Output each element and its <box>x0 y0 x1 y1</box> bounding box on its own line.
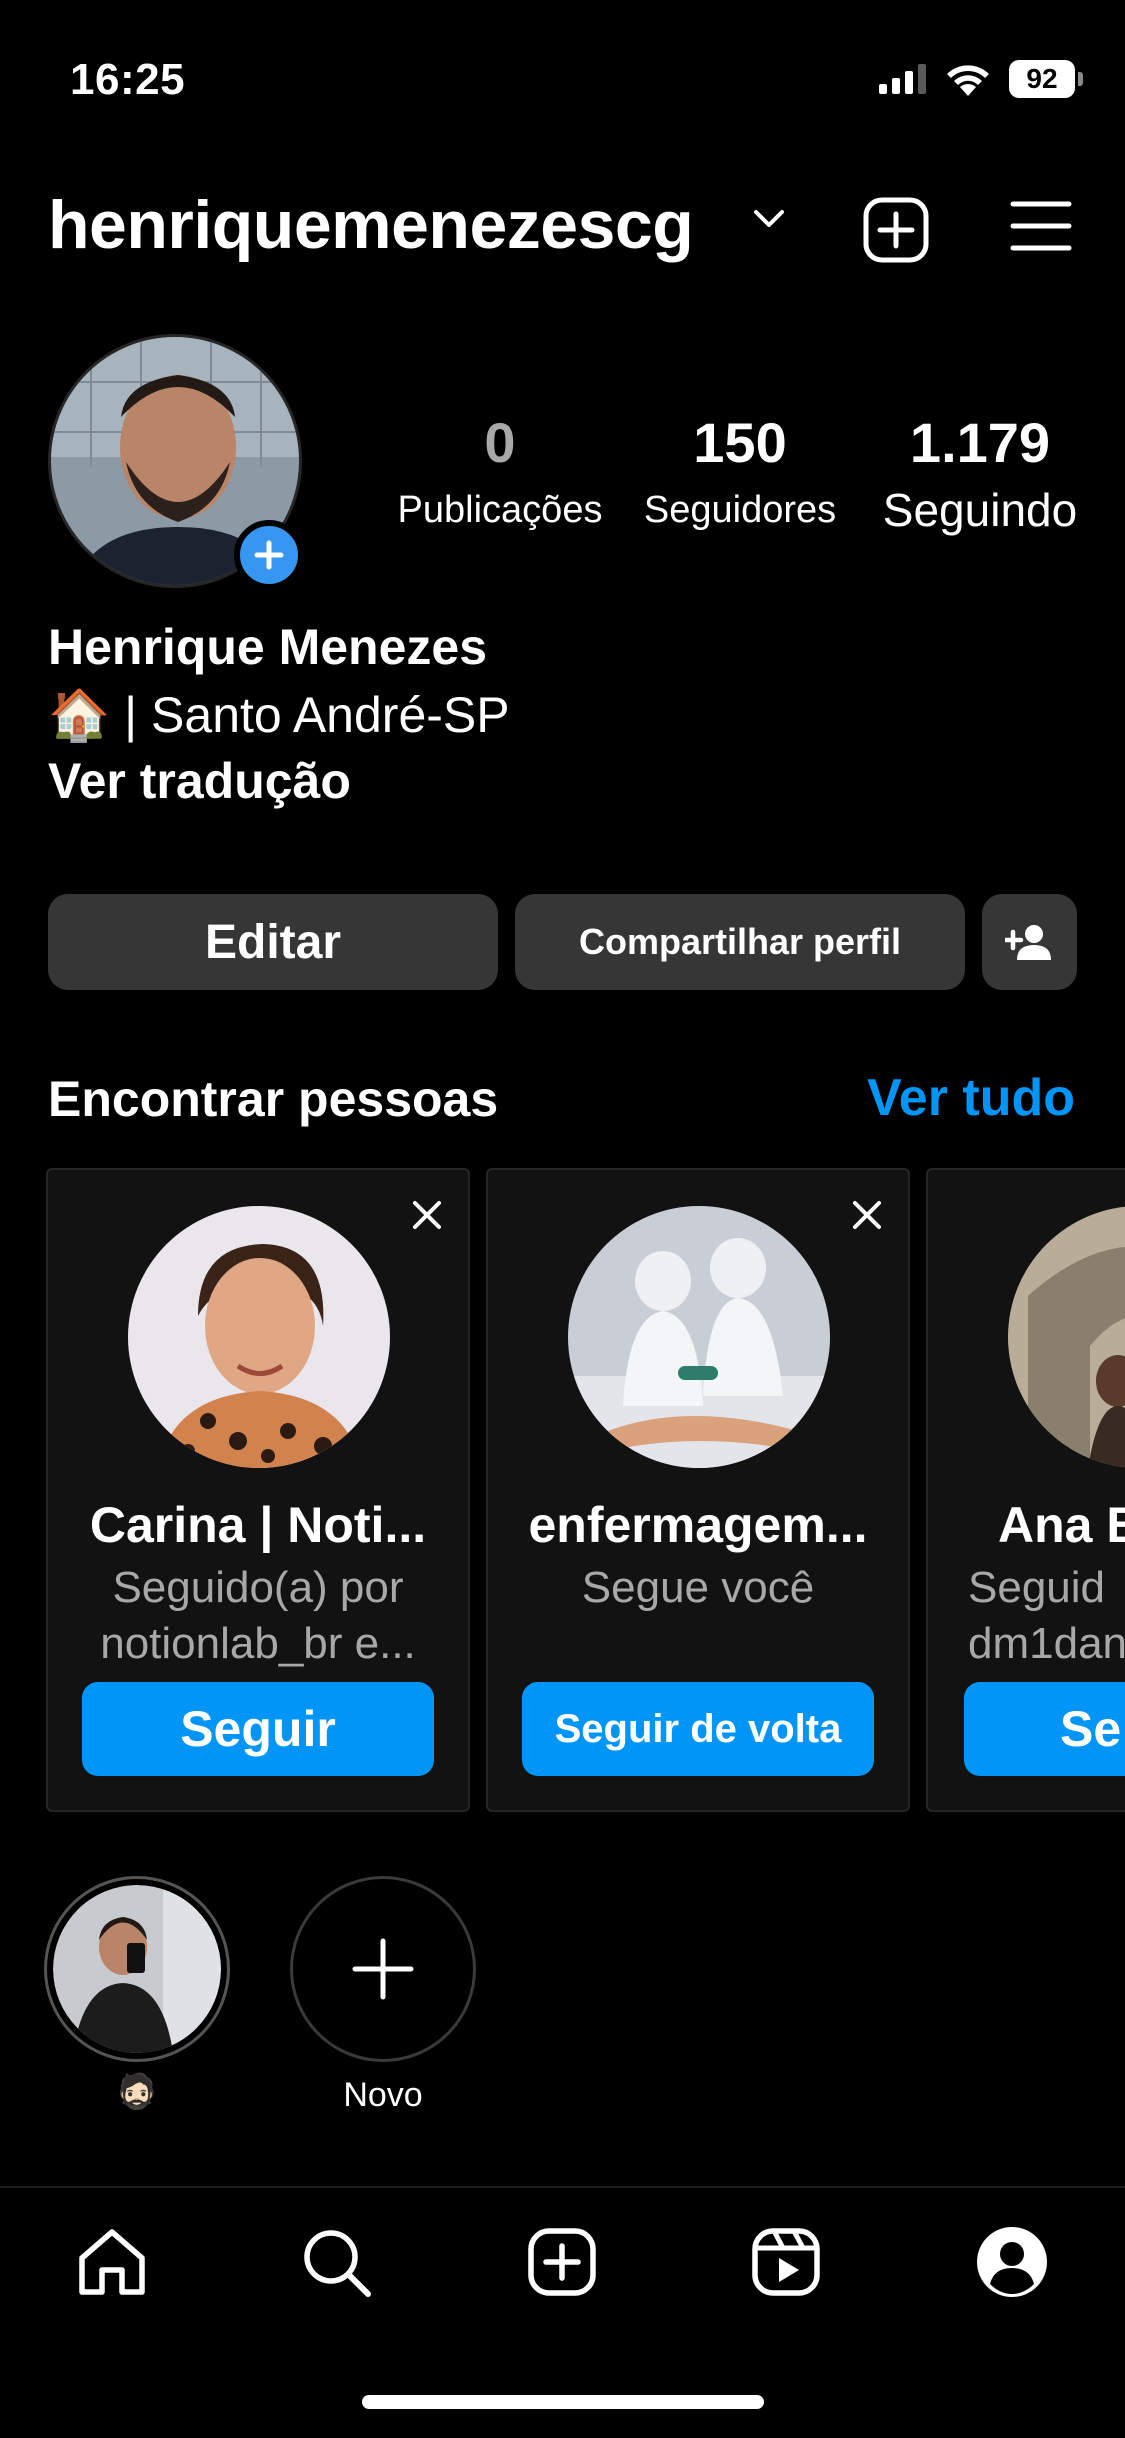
suggestion-subtitle-line: Seguid <box>968 1563 1106 1612</box>
follow-back-button[interactable]: Seguir de volta <box>522 1682 874 1776</box>
edit-profile-button[interactable]: Editar <box>48 894 498 990</box>
suggestion-card[interactable]: enfermagem... Segue você Seguir de volta <box>486 1168 910 1812</box>
suggestion-subtitle-line: notionlab_br e... <box>100 1619 416 1668</box>
status-icons: 92 <box>879 60 1083 98</box>
stat-posts[interactable]: 0 Publicações <box>390 410 610 532</box>
see-translation-link[interactable]: Ver tradução <box>48 752 351 810</box>
followers-label: Seguidores <box>643 489 837 531</box>
highlight-label: Novo <box>343 2076 423 2114</box>
suggestion-subtitle: Seguid dm1dan <box>968 1560 1125 1672</box>
followers-count: 150 <box>693 411 787 474</box>
see-all-link[interactable]: Ver tudo <box>867 1068 1075 1128</box>
following-count: 1.179 <box>909 411 1051 474</box>
profile-icon[interactable] <box>974 2224 1050 2300</box>
menu-icon[interactable] <box>1010 200 1072 252</box>
status-time: 16:25 <box>70 55 186 104</box>
suggestion-subtitle: Seguido(a) por notionlab_br e... <box>48 1560 468 1672</box>
bio-text: | Santo André-SP <box>110 687 510 743</box>
close-icon[interactable] <box>412 1200 442 1230</box>
suggestion-avatar[interactable] <box>128 1206 390 1468</box>
follow-button[interactable]: Seguir <box>82 1682 434 1776</box>
share-profile-button[interactable]: Compartilhar perfil <box>515 894 965 990</box>
search-icon[interactable] <box>300 2226 374 2300</box>
profile-name: Henrique Menezes <box>48 619 488 675</box>
new-highlight-button[interactable] <box>290 1876 476 2062</box>
add-story-button[interactable] <box>234 520 304 590</box>
home-icon[interactable] <box>76 2226 148 2298</box>
stat-followers[interactable]: 150 Seguidores <box>630 410 850 532</box>
battery-indicator: 92 <box>1009 60 1083 98</box>
following-label: Seguindo <box>882 484 1078 536</box>
profile-bio: 🏠 | Santo André-SP <box>48 686 510 745</box>
suggestion-name: Ana B <box>998 1497 1125 1553</box>
suggestion-subtitle-line: Segue você <box>581 1563 815 1612</box>
suggestion-card[interactable]: Carina | Noti... Seguido(a) por notionla… <box>46 1168 470 1812</box>
suggestion-subtitle-line: dm1dan <box>968 1619 1125 1668</box>
posts-label: Publicações <box>397 489 603 531</box>
suggestion-subtitle-line: Seguido(a) por <box>112 1563 404 1612</box>
close-icon[interactable] <box>852 1200 882 1230</box>
suggestion-subtitle: Segue você <box>488 1560 908 1616</box>
home-indicator[interactable] <box>362 2395 764 2409</box>
create-icon[interactable] <box>526 2226 598 2298</box>
follow-button[interactable]: Se <box>964 1682 1125 1776</box>
plus-icon <box>352 1938 414 2000</box>
house-emoji: 🏠 <box>48 687 111 743</box>
create-post-icon[interactable] <box>862 196 930 264</box>
wifi-icon <box>947 65 989 96</box>
highlight-item[interactable]: 🧔🏻 <box>44 1876 230 2112</box>
suggestion-card[interactable]: Ana B Seguid dm1dan Se <box>926 1168 1125 1812</box>
stat-following[interactable]: 1.179 Seguindo <box>860 410 1100 537</box>
suggestion-name: Carina | Noti... <box>89 1497 427 1553</box>
chevron-down-icon[interactable] <box>752 208 786 230</box>
suggestion-avatar[interactable] <box>568 1206 830 1468</box>
profile-username[interactable]: henriquemenezescg <box>48 186 694 264</box>
highlight-label: 🧔🏻 <box>115 2073 159 2111</box>
signal-icon <box>879 64 926 94</box>
add-person-icon <box>1004 925 1051 960</box>
new-highlight-item[interactable]: Novo <box>290 1876 476 2115</box>
reels-icon[interactable] <box>750 2226 822 2298</box>
highlight-cover[interactable] <box>44 1876 230 2062</box>
plus-icon <box>254 540 284 570</box>
suggestion-name: enfermagem... <box>528 1497 868 1553</box>
discover-people-title: Encontrar pessoas <box>48 1071 499 1127</box>
suggestion-avatar[interactable] <box>1008 1206 1125 1468</box>
discover-people-button[interactable] <box>982 894 1077 990</box>
posts-count: 0 <box>484 411 516 474</box>
